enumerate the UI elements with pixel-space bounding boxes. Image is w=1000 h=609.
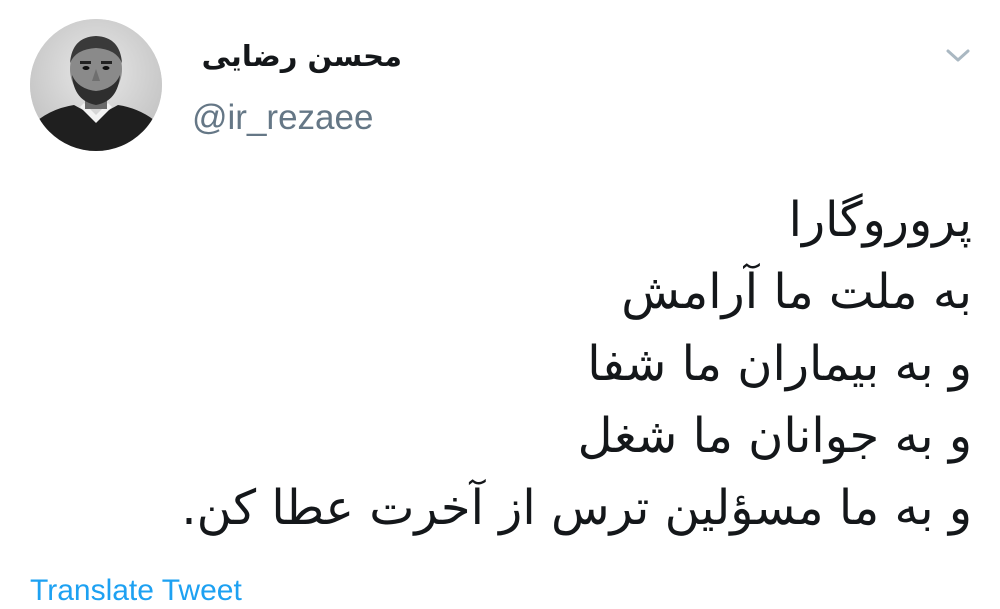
tweet-text-line: و به ما مسؤلین ترس از آخرت عطا کن.: [181, 480, 972, 536]
avatar-photo-icon: [30, 19, 162, 151]
tweet-text-line: و به جوانان ما شغل: [577, 408, 972, 464]
author-avatar[interactable]: [30, 19, 162, 151]
tweet-menu-button[interactable]: [940, 38, 976, 74]
tweet-text-line: و به بیماران ما شفا: [587, 336, 972, 392]
translate-tweet-link[interactable]: Translate Tweet: [30, 573, 242, 609]
author-display-name[interactable]: محسن رضایی: [192, 34, 402, 78]
tweet-text-line: به ملت ما آرامش: [621, 264, 972, 320]
author-handle[interactable]: @ir_rezaee: [192, 95, 373, 141]
chevron-down-icon: [946, 49, 970, 62]
tweet-text-line: پروروگارا: [788, 192, 972, 248]
tweet-text: پروروگارا به ملت ما آرامش و به بیماران م…: [72, 184, 972, 544]
